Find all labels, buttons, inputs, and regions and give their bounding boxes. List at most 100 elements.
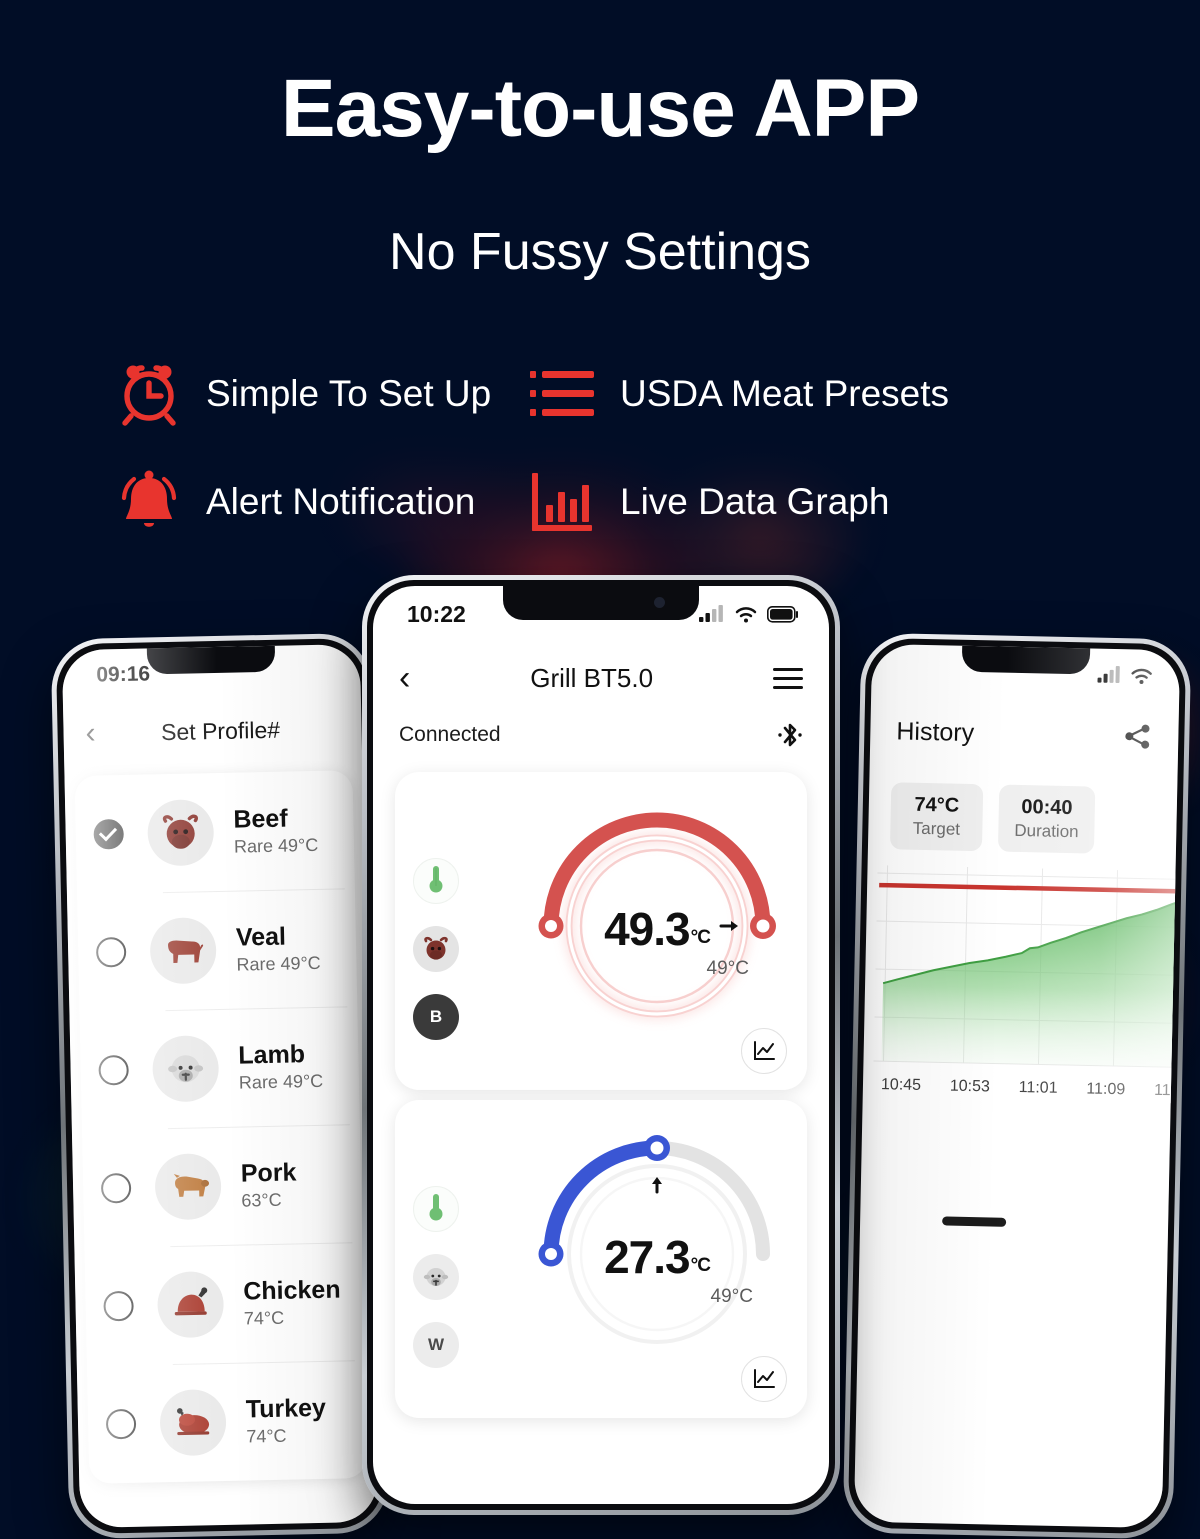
- profile-temp: Rare 49°C: [238, 1071, 324, 1093]
- page-subheadline: No Fussy Settings: [389, 223, 811, 281]
- profile-temp: Rare 49°C: [233, 835, 319, 858]
- gauge-unit: °C: [690, 1255, 711, 1276]
- wifi-icon: [1131, 668, 1152, 685]
- profile-name: Veal: [235, 922, 287, 952]
- chart-svg: [873, 865, 1181, 1069]
- bluetooth-icon[interactable]: [777, 720, 803, 750]
- lamb-head-icon[interactable]: [413, 1254, 459, 1300]
- probe-badges: W: [413, 1186, 459, 1390]
- chip-label: Duration: [1014, 820, 1079, 842]
- probe-badge[interactable]: B: [413, 994, 459, 1040]
- chicken-icon: [156, 1270, 225, 1339]
- profile-temp: 74°C: [243, 1308, 285, 1329]
- back-button[interactable]: ‹: [399, 661, 410, 695]
- phone-screen: History 74°C Target 00:40 Duration 10:45…: [853, 643, 1181, 1529]
- gauge-card-probe-b: B 49.3°C 49°C: [395, 772, 807, 1090]
- feature-label: Live Data Graph: [620, 481, 890, 522]
- chip-target: 74°C Target: [889, 782, 984, 852]
- profile-name: Chicken: [243, 1275, 341, 1306]
- status-time: 09:16: [96, 662, 151, 687]
- list-item-text: Chicken 74°C: [243, 1275, 341, 1330]
- list-item-beef[interactable]: Beef Rare 49°C: [74, 770, 354, 894]
- feature-usda-meat-presets: USDA Meat Presets: [510, 340, 1110, 448]
- gauge-unit: °C: [690, 927, 711, 948]
- profile-temp: Rare 49°C: [236, 953, 321, 976]
- phone-notch: [961, 645, 1091, 675]
- list-item-text: Turkey 74°C: [245, 1393, 326, 1447]
- chart-area-series: [881, 899, 1181, 1068]
- thermometer-icon[interactable]: [413, 858, 459, 904]
- connection-status: Connected: [373, 714, 829, 762]
- radio-icon[interactable]: [95, 936, 127, 968]
- radio-icon[interactable]: [105, 1408, 137, 1440]
- phone-notch: [146, 645, 276, 675]
- thermometer-icon[interactable]: [413, 1186, 459, 1232]
- list-item-chicken[interactable]: Chicken 74°C: [84, 1242, 364, 1366]
- radio-icon[interactable]: [100, 1172, 132, 1204]
- phone-notch: [503, 586, 699, 620]
- gauge-number: 27.3: [604, 1231, 691, 1283]
- feature-list: Simple To Set Up USDA Meat Presets Alert…: [0, 340, 1200, 556]
- chart-x-axis: 10:45 10:53 11:01 11:09 11:17: [873, 1070, 1180, 1101]
- gauge-value: 49.3°C: [523, 902, 791, 956]
- turkey-icon: [159, 1388, 227, 1457]
- gauge-dial: 49.3°C: [523, 794, 791, 1056]
- home-indicator: [942, 1216, 1007, 1227]
- bar-chart-icon: [522, 467, 604, 537]
- line-chart-icon: [754, 1041, 775, 1060]
- radio-icon[interactable]: [103, 1290, 134, 1322]
- gauge-target-label: 49°C: [706, 958, 749, 979]
- gauge-target-label: 49°C: [710, 1286, 753, 1307]
- phone-left-profiles: 09:16 ‹ Set Profile# Beef Rare 49°C Veal…: [50, 632, 390, 1539]
- connection-label: Connected: [399, 723, 501, 746]
- profile-temp: 74°C: [246, 1426, 287, 1447]
- view-chart-button[interactable]: [741, 1028, 787, 1074]
- share-icon[interactable]: [1122, 721, 1153, 752]
- chip-value: 00:40: [1021, 796, 1073, 820]
- feature-label: Alert Notification: [206, 481, 476, 522]
- pig-icon: [154, 1153, 222, 1221]
- status-time: 10:22: [407, 600, 466, 627]
- radio-selected-icon[interactable]: [93, 818, 125, 850]
- list-item-lamb[interactable]: Lamb Rare 49°C: [79, 1006, 359, 1130]
- signal-icon: [699, 605, 723, 622]
- chart-target-line: [879, 882, 1181, 894]
- list-item-text: Beef Rare 49°C: [233, 804, 318, 859]
- signal-icon: [1097, 665, 1120, 684]
- alarm-clock-icon: [108, 359, 190, 429]
- profile-name: Turkey: [245, 1393, 327, 1424]
- front-camera-icon: [654, 597, 665, 608]
- feature-live-data-graph: Live Data Graph: [510, 448, 1110, 556]
- menu-icon[interactable]: [773, 662, 803, 695]
- x-tick: 10:45: [880, 1076, 922, 1094]
- beef-head-icon: [147, 799, 215, 867]
- feature-label: Simple To Set Up: [206, 373, 492, 414]
- feature-label: USDA Meat Presets: [620, 373, 950, 414]
- history-chart: 10:45 10:53 11:01 11:09 11:17: [872, 865, 1181, 1104]
- feature-alert-notification: Alert Notification: [0, 448, 510, 556]
- list-item-turkey[interactable]: Turkey 74°C: [87, 1360, 367, 1484]
- gauge-dial: 27.3°C: [523, 1122, 791, 1384]
- gauge-value: 27.3°C: [523, 1230, 791, 1284]
- back-button[interactable]: ‹: [85, 717, 96, 750]
- phone-right-history: History 74°C Target 00:40 Duration 10:45…: [842, 632, 1192, 1539]
- profile-temp: 63°C: [241, 1190, 282, 1211]
- x-tick: 10:53: [949, 1077, 991, 1096]
- radio-icon[interactable]: [98, 1054, 129, 1086]
- gauge-number: 49.3: [604, 903, 691, 955]
- probe-badge[interactable]: W: [413, 1322, 459, 1368]
- list-item-veal[interactable]: Veal Rare 49°C: [77, 888, 357, 1012]
- probe-badges: B: [413, 858, 459, 1062]
- phone-center-live: 10:22 ‹ Grill BT5.0 Connected B 49.3°C 4…: [362, 575, 840, 1515]
- nav-bar: ‹ Grill BT5.0: [373, 642, 829, 714]
- list-item-text: Lamb Rare 49°C: [238, 1039, 323, 1094]
- chip-value: 74°C: [914, 793, 960, 817]
- chip-duration: 00:40 Duration: [997, 784, 1096, 854]
- gauge-card-probe-w: W 27.3°C 49°C: [395, 1100, 807, 1418]
- beef-head-icon[interactable]: [413, 926, 459, 972]
- view-chart-button[interactable]: [741, 1356, 787, 1402]
- line-chart-icon: [754, 1369, 775, 1388]
- page-title: Grill BT5.0: [530, 662, 654, 693]
- list-item-pork[interactable]: Pork 63°C: [82, 1124, 362, 1248]
- profile-name: Pork: [240, 1158, 297, 1188]
